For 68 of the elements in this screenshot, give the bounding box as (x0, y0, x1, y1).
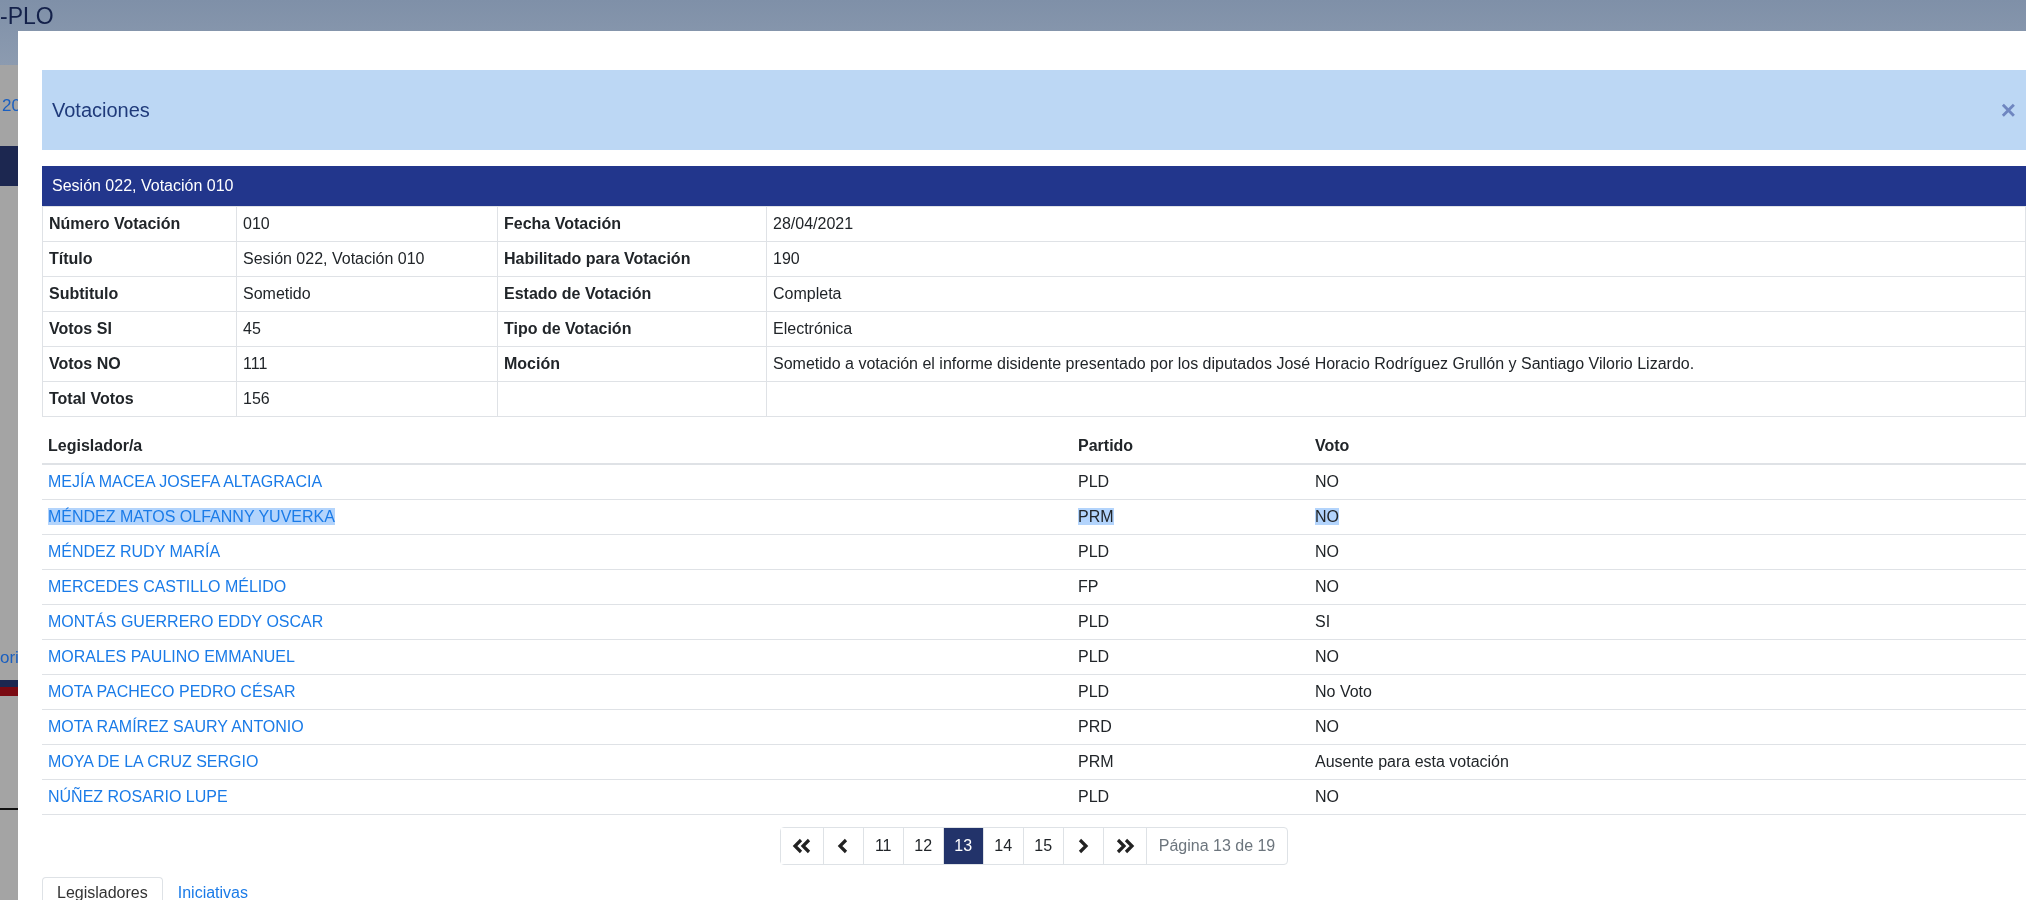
detail-value: 45 (236, 311, 498, 347)
detail-value: Sometido (236, 276, 498, 312)
column-header: Partido (1072, 429, 1309, 464)
detail-label: Número Votación (42, 206, 237, 242)
party-cell: FP (1078, 578, 1099, 595)
vote-cell: NO (1315, 543, 1339, 560)
vote-cell: NO (1315, 578, 1339, 595)
legislator-link[interactable]: MORALES PAULINO EMMANUEL (48, 648, 295, 665)
legislator-link[interactable]: NÚÑEZ ROSARIO LUPE (48, 788, 228, 805)
legislator-link[interactable]: MEJÍA MACEA JOSEFA ALTAGRACIA (48, 473, 323, 490)
detail-label: Subtitulo (42, 276, 237, 312)
party-cell: PRM (1078, 753, 1114, 770)
party-cell: PLD (1078, 648, 1110, 665)
party-cell: PRM (1078, 508, 1114, 525)
legislator-link[interactable]: MOTA RAMÍREZ SAURY ANTONIO (48, 718, 304, 735)
party-cell: PRD (1078, 718, 1112, 735)
vote-cell: NO (1315, 508, 1339, 525)
modal-title: Votaciones (52, 98, 150, 122)
legislator-link[interactable]: MÉNDEZ MATOS OLFANNY YUVERKA (48, 508, 335, 525)
detail-value: 28/04/2021 (766, 206, 2026, 242)
chevron-right-icon (1077, 838, 1090, 854)
first-page-button[interactable] (780, 828, 824, 864)
session-title: Sesión 022, Votación 010 (42, 166, 2026, 206)
detail-label: Votos NO (42, 346, 237, 382)
vote-cell: NO (1315, 718, 1339, 735)
detail-label: Habilitado para Votación (497, 241, 767, 277)
detail-label: Fecha Votación (497, 206, 767, 242)
party-cell: PLD (1078, 473, 1110, 490)
detail-value: 010 (236, 206, 498, 242)
legislator-link[interactable]: MERCEDES CASTILLO MÉLIDO (48, 578, 287, 595)
party-cell: PLD (1078, 543, 1110, 560)
vote-cell: NO (1315, 648, 1339, 665)
detail-label: Total Votos (42, 381, 237, 417)
double-chevron-left-icon (790, 838, 813, 854)
page-button[interactable]: 13 (943, 828, 984, 864)
legislator-link[interactable]: MOTA PACHECO PEDRO CÉSAR (48, 683, 296, 700)
chevron-left-icon (837, 838, 850, 854)
vote-cell: NO (1315, 473, 1339, 490)
detail-value: 111 (236, 346, 498, 382)
vote-cell: Ausente para esta votación (1315, 753, 1509, 770)
page-info: Página 13 de 19 (1157, 836, 1277, 856)
column-header: Legislador/a (42, 429, 1072, 464)
legislator-link[interactable]: MOYA DE LA CRUZ SERGIO (48, 753, 259, 770)
detail-label: Título (42, 241, 237, 277)
detail-value: Sesión 022, Votación 010 (236, 241, 498, 277)
column-header: Voto (1309, 429, 2026, 464)
legislator-link[interactable]: MONTÁS GUERRERO EDDY OSCAR (48, 613, 324, 630)
site-brand: -PLO (0, 3, 54, 29)
vote-cell: NO (1315, 788, 1339, 805)
detail-label: Estado de Votación (497, 276, 767, 312)
party-cell: PLD (1078, 613, 1110, 630)
background-stripe (0, 687, 20, 696)
party-cell: PLD (1078, 683, 1110, 700)
party-cell: PLD (1078, 788, 1110, 805)
vote-cell: SI (1315, 613, 1331, 630)
detail-label: Votos SI (42, 311, 237, 347)
detail-value: Electrónica (766, 311, 2026, 347)
detail-label: Moción (497, 346, 767, 382)
close-button[interactable]: × (2000, 97, 2016, 123)
vote-cell: No Voto (1315, 683, 1372, 700)
background-link[interactable]: ori (0, 648, 19, 668)
detail-label: Tipo de Votación (497, 311, 767, 347)
detail-value: Sometido a votación el informe disidente presentado por los diputados José Horacio Rodríguez Grullón y Santiago Vilorio Lizardo. (766, 346, 2026, 382)
background-nav-bar (0, 146, 20, 186)
detail-value: 156 (236, 381, 498, 417)
legislator-link[interactable]: MÉNDEZ RUDY MARÍA (48, 543, 221, 560)
detail-value: Completa (766, 276, 2026, 312)
detail-value: 190 (766, 241, 2026, 277)
